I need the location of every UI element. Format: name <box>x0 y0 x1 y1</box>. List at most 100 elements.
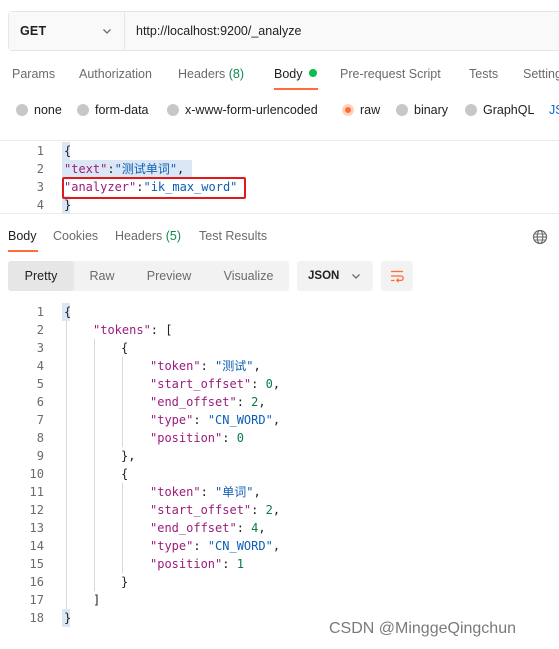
resp-tab-body[interactable]: Body <box>8 229 37 243</box>
code-token: { <box>121 467 129 481</box>
code-line: { <box>64 142 71 160</box>
line-number: 10 <box>29 467 44 481</box>
radio-circle <box>16 104 28 116</box>
code-token: "测试单词" <box>114 162 178 176</box>
radio-raw[interactable]: raw <box>342 103 380 117</box>
line-number: 3 <box>36 341 44 355</box>
tab-count: (5) <box>165 229 182 243</box>
line-number: 11 <box>29 485 44 499</box>
line-number: 16 <box>29 575 44 589</box>
radio-circle <box>77 104 89 116</box>
code-token: { <box>64 305 72 319</box>
resp-tab-test-results[interactable]: Test Results <box>199 229 267 243</box>
line-number: 4 <box>36 198 44 212</box>
format-select[interactable]: JSON <box>297 261 373 291</box>
resp-tab-cookies[interactable]: Cookies <box>53 229 98 243</box>
tab-label: Tests <box>469 67 499 81</box>
tab-pre-request-script[interactable]: Pre-request Script <box>340 67 441 81</box>
tab-label: Cookies <box>53 229 99 243</box>
request-body-editor[interactable]: 1 2 3 4 { "text":"测试单词", "analyzer":"ik_… <box>0 140 559 214</box>
view-preview-button[interactable]: Preview <box>130 261 208 291</box>
code-token: , <box>253 485 261 499</box>
code-token: }, <box>121 449 136 463</box>
tab-tests[interactable]: Tests <box>469 67 498 81</box>
code-token: 0 <box>265 377 273 391</box>
code-token: 1 <box>236 557 244 571</box>
code-token: 2 <box>265 503 273 517</box>
tab-headers[interactable]: Headers (8) <box>178 67 244 81</box>
tab-label: Params <box>12 67 56 81</box>
method-select[interactable]: GET <box>9 12 125 50</box>
code-token: "text" <box>64 162 108 176</box>
url-text: http://localhost:9200/_analyze <box>136 24 302 38</box>
tab-body[interactable]: Body <box>274 67 317 81</box>
code-token: } <box>64 611 72 625</box>
code-token: 0 <box>236 431 244 445</box>
indent-guide <box>66 321 67 609</box>
tab-label: Pre-request Script <box>340 67 441 81</box>
radio-label: binary <box>414 103 449 117</box>
radio-graphql[interactable]: GraphQL <box>465 103 534 117</box>
radio-binary[interactable]: binary <box>396 103 448 117</box>
view-pretty-button[interactable]: Pretty <box>8 261 74 291</box>
radio-form-data[interactable]: form-data <box>77 103 149 117</box>
view-visualize-button[interactable]: Visualize <box>208 261 289 291</box>
radio-label: GraphQL <box>483 103 535 117</box>
tab-authorization[interactable]: Authorization <box>79 67 152 81</box>
code-line: "text":"测试单词", <box>64 160 184 178</box>
tab-params[interactable]: Params <box>12 67 55 81</box>
tab-settings[interactable]: Settings <box>523 67 559 81</box>
indent-guide <box>122 483 123 573</box>
url-input[interactable]: http://localhost:9200/_analyze <box>125 12 559 50</box>
radio-circle <box>465 104 477 116</box>
code-line: "start_offset": 2, <box>150 501 280 519</box>
request-bar: GET http://localhost:9200/_analyze <box>8 11 559 51</box>
code-token: "analyzer" <box>64 180 137 194</box>
line-number: 1 <box>36 305 44 319</box>
radio-label: form-data <box>95 103 149 117</box>
code-token: "start_offset" <box>150 503 252 517</box>
line-number: 5 <box>36 377 44 391</box>
code-token: "token" <box>150 485 201 499</box>
code-line: "tokens": [ <box>93 321 172 339</box>
code-token: , <box>258 521 266 535</box>
view-mode-group: Pretty Raw Preview Visualize <box>8 261 289 291</box>
radio-none[interactable]: none <box>16 103 62 117</box>
active-tab-underline <box>274 88 318 90</box>
response-body-viewer[interactable]: 1 2 3 4 5 6 7 8 9 10 11 12 13 14 15 16 1… <box>0 302 559 632</box>
method-label: GET <box>20 24 47 38</box>
globe-icon[interactable] <box>532 229 548 245</box>
line-number: 15 <box>29 557 44 571</box>
resp-tab-headers[interactable]: Headers (5) <box>115 229 181 243</box>
chevron-down-icon <box>352 274 360 279</box>
code-line: "start_offset": 0, <box>150 375 280 393</box>
code-line: "type": "CN_WORD", <box>150 411 280 429</box>
code-token: : [ <box>150 323 173 337</box>
code-line: "position": 0 <box>150 429 244 447</box>
line-number: 3 <box>36 180 44 194</box>
code-line: }, <box>121 447 135 465</box>
code-line: ] <box>93 591 100 609</box>
code-line: "analyzer":"ik_max_word" <box>64 178 237 196</box>
code-token: : <box>222 431 237 445</box>
format-label: JSON <box>308 270 340 282</box>
code-token: "CN_WORD" <box>207 413 273 427</box>
line-number: 8 <box>36 431 44 445</box>
request-tabs: Params Authorization Headers (8) Body Pr… <box>0 62 559 90</box>
language-label: JS <box>549 103 559 117</box>
wrap-lines-button[interactable] <box>381 261 413 291</box>
radio-x-www-form-urlencoded[interactable]: x-www-form-urlencoded <box>167 103 318 117</box>
code-token: , <box>272 377 281 391</box>
line-number: 2 <box>36 162 44 176</box>
line-number: 18 <box>29 611 44 625</box>
line-number: 2 <box>36 323 44 337</box>
active-dot-icon <box>308 69 317 77</box>
code-line: { <box>64 303 71 321</box>
view-raw-button[interactable]: Raw <box>74 261 130 291</box>
code-token: } <box>64 198 72 212</box>
code-token: : <box>200 359 216 373</box>
indent-guide <box>94 339 95 591</box>
language-select[interactable]: JS <box>549 103 559 117</box>
radio-circle <box>396 104 408 116</box>
radio-label: none <box>34 103 62 117</box>
